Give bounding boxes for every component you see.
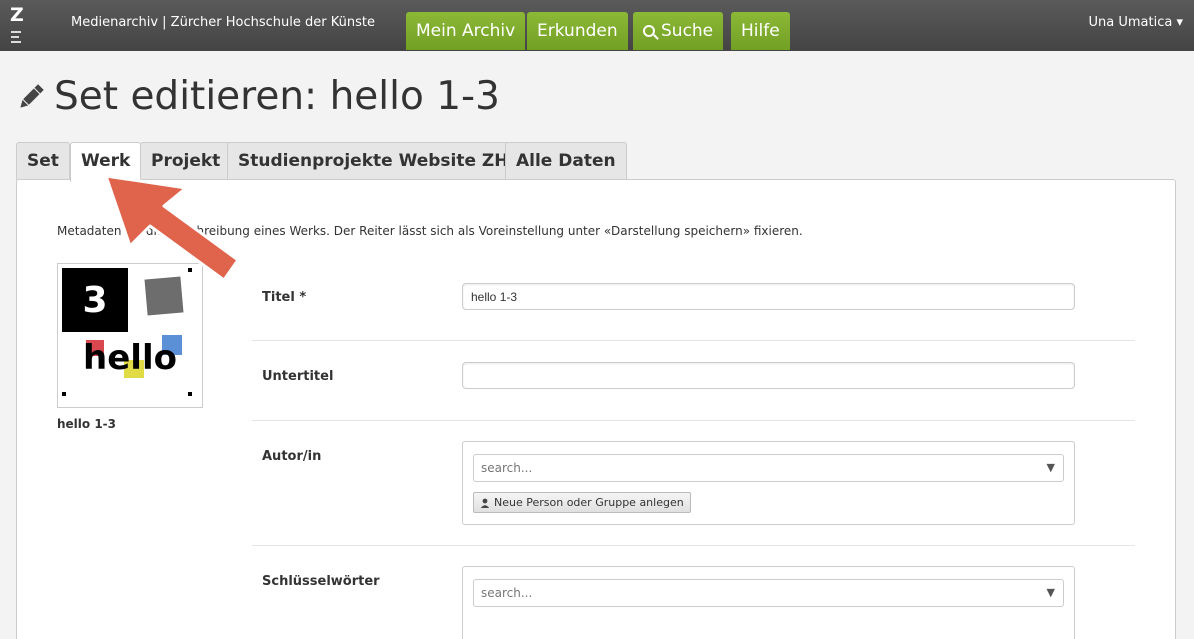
nav-suche-label: Suche [661, 21, 714, 41]
nav-mein-archiv-button[interactable]: Mein Archiv [406, 12, 526, 50]
thumbnail-caption: hello 1-3 [57, 417, 117, 431]
page-title: Set editieren: hello 1-3 [54, 74, 500, 119]
annotation-arrow-icon [104, 174, 240, 282]
titel-input[interactable] [462, 283, 1075, 310]
user-menu[interactable]: Una Umatica ▾ [1089, 15, 1183, 30]
logo-letter: Z [10, 4, 24, 26]
schluesselwoerter-search-placeholder: search... [481, 586, 533, 600]
titel-label: Titel * [262, 290, 307, 305]
tab-alle-daten[interactable]: Alle Daten [505, 142, 627, 180]
row-divider [252, 545, 1135, 546]
top-navigation-bar: Z Medienarchiv | Zürcher Hochschule der … [0, 0, 1194, 51]
nav-hilfe-button[interactable]: Hilfe [731, 12, 790, 50]
brand-title[interactable]: Medienarchiv | Zürcher Hochschule der Kü… [71, 15, 375, 30]
person-icon [480, 498, 490, 508]
pencil-icon [20, 84, 44, 108]
row-divider [252, 340, 1135, 341]
autor-label: Autor/in [262, 449, 322, 464]
tab-set[interactable]: Set [16, 142, 70, 180]
autor-search-select[interactable]: search... ▼ [473, 454, 1064, 482]
new-person-group-label: Neue Person oder Gruppe anlegen [494, 496, 684, 509]
autor-search-placeholder: search... [481, 461, 533, 475]
thumbnail-word: hello [83, 338, 177, 378]
nav-suche-button[interactable]: Suche [633, 12, 724, 50]
untertitel-label: Untertitel [262, 369, 334, 384]
tab-studienprojekte-website[interactable]: Studienprojekte Website ZHdK [227, 142, 545, 180]
nav-erkunden-button[interactable]: Erkunden [527, 12, 628, 50]
row-divider [252, 420, 1135, 421]
schluesselwoerter-search-select[interactable]: search... ▼ [473, 579, 1064, 607]
dropdown-caret-icon: ▼ [1046, 586, 1055, 599]
dropdown-caret-icon: ▼ [1046, 461, 1055, 474]
new-person-group-button[interactable]: Neue Person oder Gruppe anlegen [473, 492, 691, 513]
zhdk-logo[interactable]: Z [9, 4, 27, 44]
untertitel-input[interactable] [462, 362, 1075, 389]
search-icon [643, 25, 655, 37]
schluesselwoerter-label: Schlüsselwörter [262, 574, 380, 589]
